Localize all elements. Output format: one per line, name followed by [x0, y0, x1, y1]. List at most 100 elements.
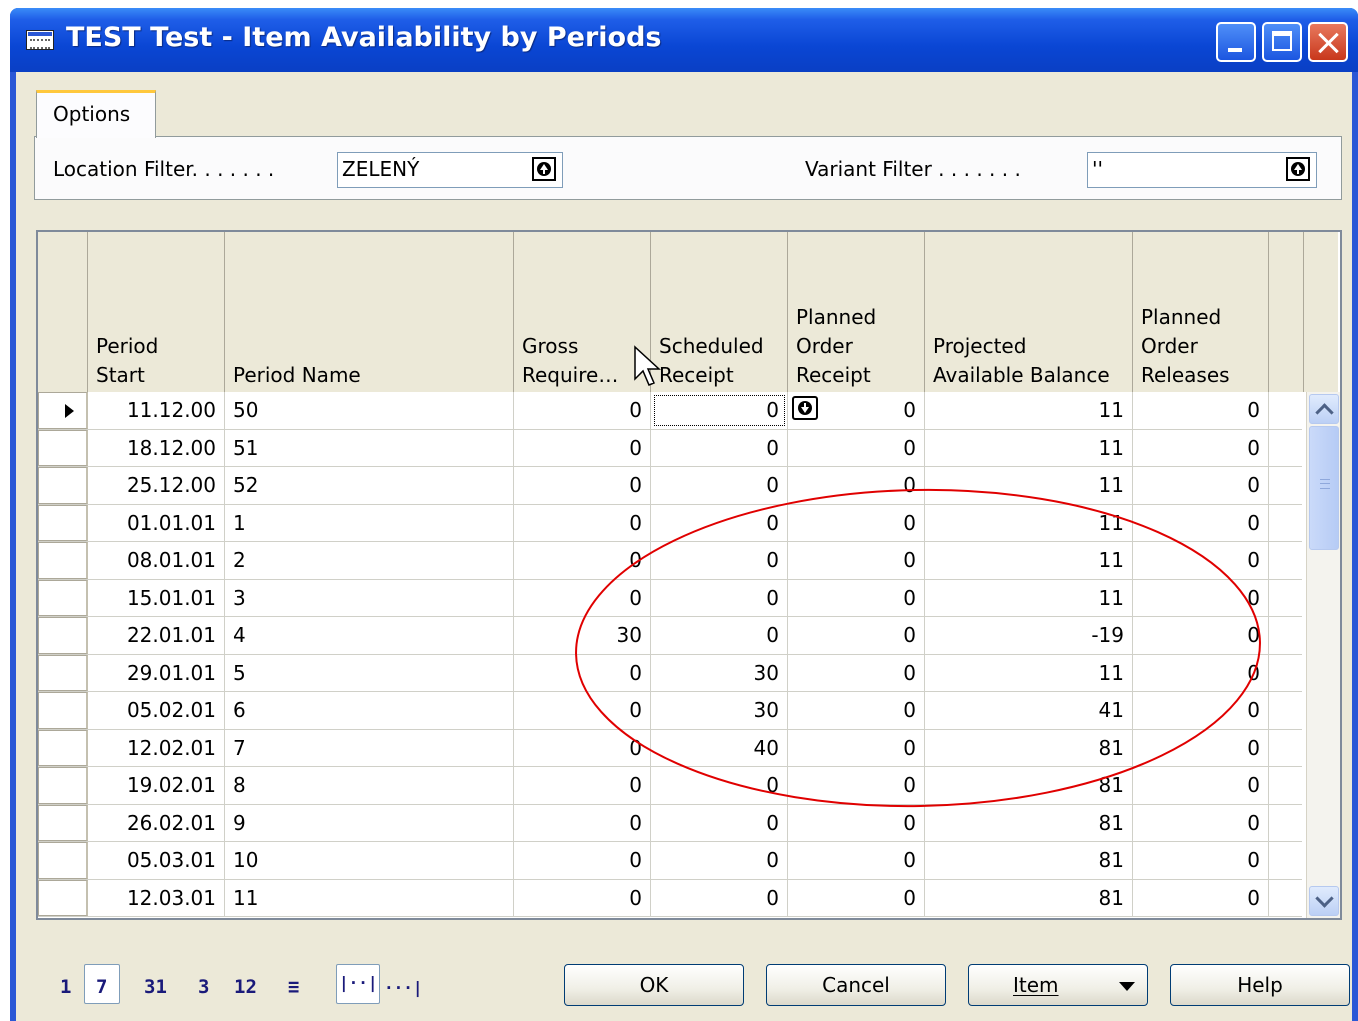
cell-period-start[interactable]: 15.01.01	[88, 579, 225, 616]
cell-planned-order-releases[interactable]: 0	[1133, 842, 1269, 879]
cancel-button[interactable]: Cancel	[766, 964, 946, 1006]
cell-planned-order-releases[interactable]: 0	[1133, 429, 1269, 466]
period-scale-quarter[interactable]: 3	[198, 976, 209, 998]
cell-planned-order-receipt[interactable]: 0	[788, 504, 925, 541]
location-filter-field[interactable]: ZELENÝ	[337, 152, 563, 188]
cell-scheduled-receipt[interactable]: 0	[651, 392, 788, 429]
row-selector[interactable]	[38, 804, 88, 841]
drilldown-button[interactable]	[792, 396, 818, 420]
cell-planned-order-releases[interactable]: 0	[1133, 467, 1269, 504]
period-scale-year[interactable]: 12	[234, 976, 257, 998]
variant-filter-field[interactable]: ''	[1087, 152, 1317, 188]
cell-gross-requirement[interactable]: 0	[514, 467, 651, 504]
row-selector[interactable]	[38, 879, 88, 916]
cell-period-name[interactable]: 2	[225, 542, 514, 579]
tab-options[interactable]: Options	[36, 90, 156, 138]
cell-planned-order-releases[interactable]: 0	[1133, 654, 1269, 691]
cell-period-name[interactable]: 1	[225, 504, 514, 541]
maximize-button[interactable]	[1262, 22, 1302, 62]
table-row[interactable]: 12.02.01 7 0 40 0 81 0	[38, 729, 1302, 767]
row-selector[interactable]	[38, 617, 88, 654]
cell-planned-order-receipt[interactable]: 0	[788, 729, 925, 766]
cell-period-name[interactable]: 52	[225, 467, 514, 504]
cell-projected-available-balance[interactable]: 11	[925, 429, 1133, 466]
cell-period-name[interactable]: 5	[225, 654, 514, 691]
scroll-up-button[interactable]	[1309, 394, 1339, 424]
cell-planned-order-receipt[interactable]: 0	[788, 842, 925, 879]
cell-projected-available-balance[interactable]: 81	[925, 842, 1133, 879]
row-selector[interactable]	[38, 692, 88, 729]
header-scheduled-receipt[interactable]: Scheduled Receipt	[651, 232, 788, 392]
table-row[interactable]: 05.03.01 10 0 0 0 81 0	[38, 842, 1302, 880]
cell-planned-order-releases[interactable]: 0	[1133, 617, 1269, 654]
cell-planned-order-receipt[interactable]: 0	[788, 429, 925, 466]
cell-projected-available-balance[interactable]: 11	[925, 654, 1133, 691]
title-bar[interactable]: TEST Test - Item Availability by Periods	[10, 8, 1358, 72]
row-selector[interactable]	[38, 467, 88, 504]
cell-planned-order-receipt[interactable]: 0	[788, 542, 925, 579]
item-menu-button[interactable]: Item	[968, 964, 1148, 1006]
cell-gross-requirement[interactable]: 0	[514, 729, 651, 766]
table-row[interactable]: 29.01.01 5 0 30 0 11 0	[38, 654, 1302, 692]
cell-projected-available-balance[interactable]: -19	[925, 617, 1133, 654]
cell-gross-requirement[interactable]: 0	[514, 392, 651, 429]
period-scale-week[interactable]: 7	[96, 976, 107, 998]
cell-projected-available-balance[interactable]: 81	[925, 767, 1133, 804]
header-projected-available-balance[interactable]: Projected Available Balance	[925, 232, 1133, 392]
variant-lookup-button[interactable]	[1286, 157, 1310, 181]
net-change-toggle[interactable]: |··|	[336, 964, 380, 1004]
header-period-name[interactable]: Period Name	[225, 232, 514, 392]
cell-projected-available-balance[interactable]: 81	[925, 804, 1133, 841]
help-button[interactable]: Help	[1170, 964, 1350, 1006]
cell-period-start[interactable]: 22.01.01	[88, 617, 225, 654]
vertical-scrollbar[interactable]	[1306, 392, 1340, 918]
cell-planned-order-releases[interactable]: 0	[1133, 692, 1269, 729]
table-row[interactable]: 11.12.00 50 0 0 0 11 0	[38, 392, 1302, 430]
cell-planned-order-receipt[interactable]: 0	[788, 617, 925, 654]
period-scale-month[interactable]: 31	[144, 976, 167, 998]
cell-scheduled-receipt[interactable]: 0	[651, 842, 788, 879]
cell-period-start[interactable]: 01.01.01	[88, 504, 225, 541]
cell-period-name[interactable]: 6	[225, 692, 514, 729]
location-lookup-button[interactable]	[532, 157, 556, 181]
cell-period-name[interactable]: 8	[225, 767, 514, 804]
cell-projected-available-balance[interactable]: 81	[925, 729, 1133, 766]
cell-period-name[interactable]: 51	[225, 429, 514, 466]
close-button[interactable]	[1308, 22, 1348, 62]
cell-gross-requirement[interactable]: 0	[514, 842, 651, 879]
row-selector[interactable]	[38, 767, 88, 804]
cell-planned-order-releases[interactable]: 0	[1133, 579, 1269, 616]
cell-period-start[interactable]: 11.12.00	[88, 392, 225, 429]
cell-scheduled-receipt[interactable]: 0	[651, 579, 788, 616]
cell-period-start[interactable]: 05.03.01	[88, 842, 225, 879]
row-selector[interactable]	[38, 504, 88, 541]
table-row[interactable]: 05.02.01 6 0 30 0 41 0	[38, 692, 1302, 730]
cell-planned-order-releases[interactable]: 0	[1133, 504, 1269, 541]
cell-gross-requirement[interactable]: 0	[514, 804, 651, 841]
table-row[interactable]: 15.01.01 3 0 0 0 11 0	[38, 579, 1302, 617]
cell-planned-order-receipt[interactable]: 0	[788, 804, 925, 841]
cell-gross-requirement[interactable]: 0	[514, 579, 651, 616]
table-row[interactable]: 18.12.00 51 0 0 0 11 0	[38, 429, 1302, 467]
row-selector[interactable]	[38, 429, 88, 466]
row-selector[interactable]	[38, 542, 88, 579]
cell-planned-order-receipt[interactable]: 0	[788, 467, 925, 504]
cell-scheduled-receipt[interactable]: 0	[651, 467, 788, 504]
cell-period-name[interactable]: 3	[225, 579, 514, 616]
cell-period-start[interactable]: 25.12.00	[88, 467, 225, 504]
cell-period-start[interactable]: 18.12.00	[88, 429, 225, 466]
cell-projected-available-balance[interactable]: 81	[925, 879, 1133, 916]
cell-period-name[interactable]: 10	[225, 842, 514, 879]
cell-period-name[interactable]: 4	[225, 617, 514, 654]
cell-gross-requirement[interactable]: 0	[514, 504, 651, 541]
cell-projected-available-balance[interactable]: 11	[925, 392, 1133, 429]
scroll-thumb[interactable]	[1309, 426, 1339, 550]
cell-period-start[interactable]: 12.03.01	[88, 879, 225, 916]
cell-gross-requirement[interactable]: 0	[514, 879, 651, 916]
period-scale-accounting[interactable]: ≡	[288, 976, 299, 998]
balance-at-date-toggle[interactable]: ···|	[384, 978, 423, 997]
cell-planned-order-releases[interactable]: 0	[1133, 879, 1269, 916]
cell-planned-order-releases[interactable]: 0	[1133, 392, 1269, 429]
cell-scheduled-receipt[interactable]: 40	[651, 729, 788, 766]
cell-scheduled-receipt[interactable]: 0	[651, 542, 788, 579]
